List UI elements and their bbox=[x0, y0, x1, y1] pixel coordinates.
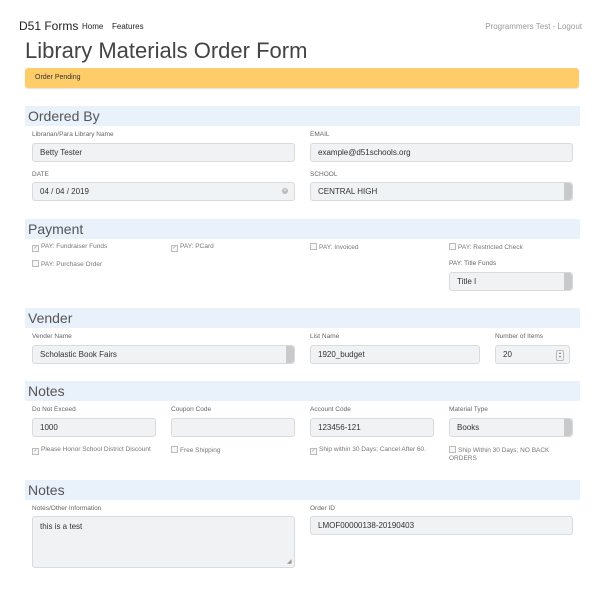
school-select[interactable]: CENTRAL HIGH bbox=[310, 182, 573, 201]
checkbox-label: Free Shipping bbox=[180, 447, 221, 454]
section-vender: Vender bbox=[25, 308, 580, 328]
checkbox-label: Ship Within 30 Days; NO BACK ORDERS bbox=[449, 447, 550, 462]
checkbox-unchecked-icon bbox=[449, 243, 456, 250]
user-logout-link[interactable]: Programmers Test - Logout bbox=[485, 22, 582, 31]
vender-name-select[interactable]: Scholastic Book Fairs bbox=[32, 345, 295, 364]
vender-name-value: Scholastic Book Fairs bbox=[40, 350, 117, 359]
checkbox-checked-icon: ✓ bbox=[171, 245, 178, 252]
name-field[interactable]: Betty Tester bbox=[32, 143, 295, 162]
date-value: 04 / 04 / 2019 bbox=[40, 187, 89, 196]
clear-icon[interactable]: × bbox=[282, 188, 288, 194]
items-label: Number of Items bbox=[495, 333, 544, 340]
checkbox-label: PAY: Purchase Order bbox=[41, 261, 103, 268]
checkbox-label: Ship within 30 Days; Cancel After 60. bbox=[319, 446, 426, 453]
material-value: Books bbox=[457, 423, 480, 432]
checkbox-unchecked-icon bbox=[449, 446, 456, 453]
coupon-label: Coupon Code bbox=[171, 406, 212, 413]
material-label: Material Type bbox=[449, 406, 488, 413]
school-value: CENTRAL HIGH bbox=[318, 187, 378, 196]
checkbox-free-shipping[interactable]: Free Shipping bbox=[171, 446, 220, 455]
school-label: SCHOOL bbox=[310, 171, 338, 178]
name-label: Librarian/Para Library Name bbox=[32, 131, 114, 138]
order-id-label: Order ID bbox=[310, 505, 335, 512]
checkbox-purchase-order[interactable]: PAY: Purchase Order bbox=[32, 260, 102, 269]
vender-name-label: Vender Name bbox=[32, 333, 72, 340]
list-name-label: List Name bbox=[310, 333, 340, 340]
checkbox-unchecked-icon bbox=[310, 243, 317, 250]
checkbox-no-back-orders[interactable]: Ship Within 30 Days; NO BACK ORDERS bbox=[449, 446, 569, 463]
checkbox-honor-discount[interactable]: ✓ Please Honor School District Discount bbox=[32, 446, 162, 455]
checkbox-label: PAY: PCard bbox=[180, 243, 214, 250]
title-funds-select[interactable]: Title I bbox=[449, 272, 573, 291]
section-payment: Payment bbox=[25, 219, 580, 239]
checkbox-pcard[interactable]: ✓ PAY: PCard bbox=[171, 243, 214, 252]
account-field[interactable]: 123456-121 bbox=[310, 418, 434, 437]
section-notes-other: Notes bbox=[25, 480, 580, 500]
dne-field[interactable]: 1000 bbox=[32, 418, 156, 437]
order-id-field[interactable]: LMOF00000138-20190403 bbox=[310, 516, 573, 535]
title-funds-value: Title I bbox=[457, 277, 477, 286]
checkbox-label: PAY: Restricted Check bbox=[458, 244, 523, 251]
items-stepper[interactable]: 20 ▴ ▾ bbox=[495, 345, 570, 364]
coupon-field[interactable] bbox=[171, 418, 295, 437]
brand-logo[interactable]: D51 Forms bbox=[19, 19, 78, 33]
resize-grip-icon[interactable]: ◢ bbox=[287, 559, 292, 565]
checkbox-fundraiser-funds[interactable]: ✓ PAY: Fundraiser Funds bbox=[32, 243, 107, 252]
date-field[interactable]: 04 / 04 / 2019 × bbox=[32, 182, 295, 201]
checkbox-ship-30-cancel-60[interactable]: ✓ Ship within 30 Days; Cancel After 60. bbox=[310, 446, 435, 455]
checkbox-invoiced[interactable]: PAY: Invoiced bbox=[310, 243, 359, 252]
section-ordered-by: Ordered By bbox=[25, 106, 580, 126]
chevron-down-icon bbox=[564, 183, 572, 200]
checkbox-label: Please Honor School District Discount bbox=[41, 446, 151, 453]
section-notes: Notes bbox=[25, 381, 580, 401]
page-title: Library Materials Order Form bbox=[25, 38, 308, 63]
nav-home[interactable]: Home bbox=[82, 22, 103, 31]
other-info-value: this is a test bbox=[40, 522, 83, 531]
email-field[interactable]: example@d51schools.org bbox=[310, 143, 573, 162]
chevron-down-icon bbox=[564, 273, 572, 290]
other-info-label: Notes/Other Information bbox=[32, 505, 102, 512]
checkbox-label: PAY: Invoiced bbox=[319, 244, 359, 251]
checkbox-unchecked-icon bbox=[171, 446, 178, 453]
checkbox-checked-icon: ✓ bbox=[32, 245, 39, 252]
dne-label: Do Not Exceed bbox=[32, 406, 76, 413]
checkbox-restricted-check[interactable]: PAY: Restricted Check bbox=[449, 243, 523, 252]
other-info-textarea[interactable]: this is a test ◢ bbox=[32, 516, 295, 568]
chevron-down-icon bbox=[564, 419, 572, 436]
checkbox-checked-icon: ✓ bbox=[32, 448, 39, 455]
chevron-down-icon bbox=[286, 346, 294, 363]
status-alert: Order Pending bbox=[25, 68, 579, 88]
stepper-icon[interactable]: ▴ ▾ bbox=[556, 350, 564, 361]
material-select[interactable]: Books bbox=[449, 418, 573, 437]
email-label: EMAIL bbox=[310, 131, 330, 138]
date-label: DATE bbox=[32, 171, 49, 178]
checkbox-unchecked-icon bbox=[32, 260, 39, 267]
items-value: 20 bbox=[503, 350, 512, 359]
account-label: Account Code bbox=[310, 406, 351, 413]
checkbox-label: PAY: Fundraiser Funds bbox=[41, 243, 108, 250]
list-name-field[interactable]: 1920_budget bbox=[310, 345, 480, 364]
checkbox-checked-icon: ✓ bbox=[310, 448, 317, 455]
title-funds-label: PAY: Title Funds bbox=[449, 260, 497, 267]
nav-features[interactable]: Features bbox=[112, 22, 144, 31]
